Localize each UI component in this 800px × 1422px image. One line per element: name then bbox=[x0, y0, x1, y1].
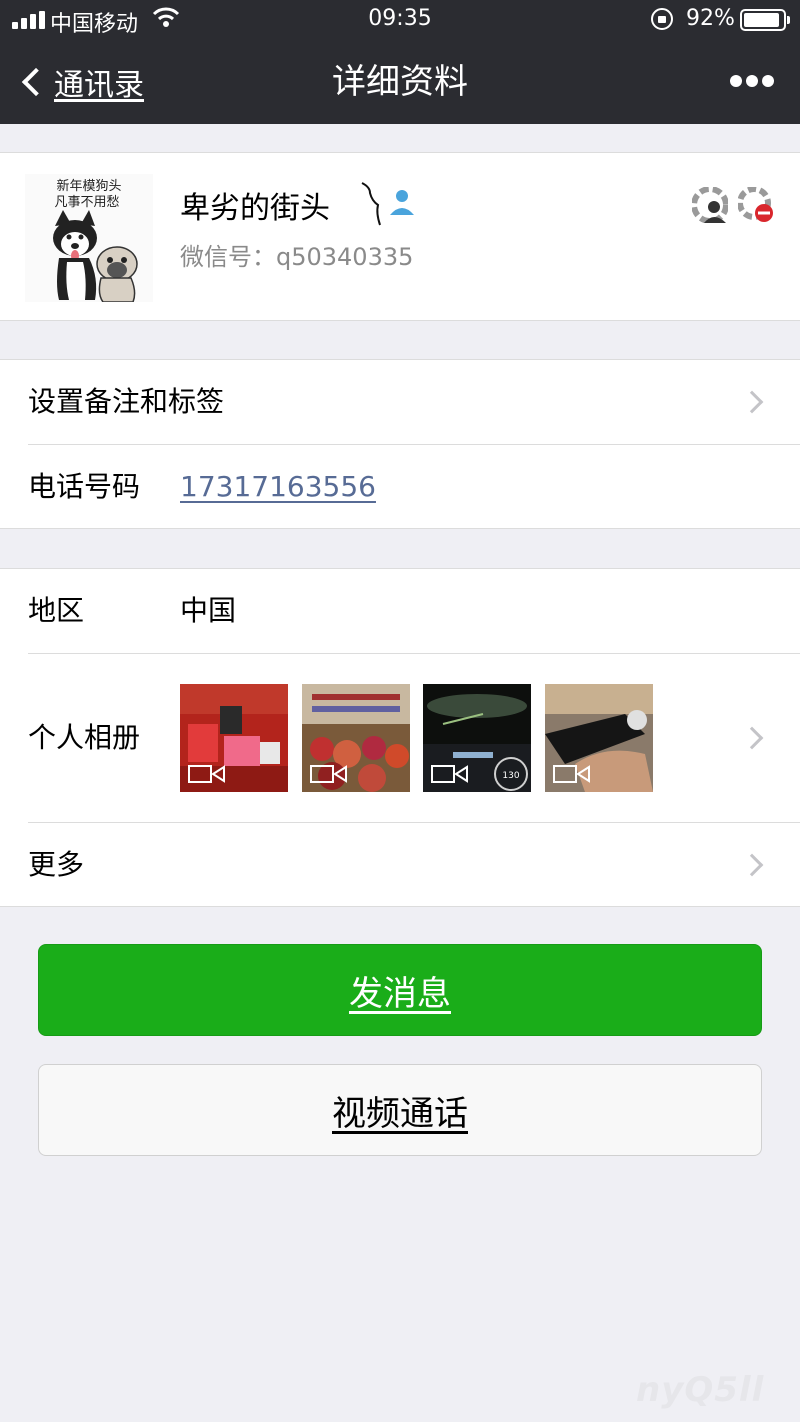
chevron-right-icon bbox=[740, 390, 764, 414]
profile-card: 新年模狗头 凡事不用愁 卑劣的街头 微信号：q50340335 bbox=[0, 152, 800, 321]
video-call-button[interactable]: 视频通话 bbox=[38, 1064, 762, 1156]
phone-number-link[interactable]: 17317163556 bbox=[180, 445, 376, 529]
phone-label: 电话号码 bbox=[28, 470, 141, 503]
moments-blocked-icon bbox=[738, 187, 773, 222]
settings-group-1: 设置备注和标签 电话号码 17317163556 bbox=[0, 359, 800, 529]
album-thumbnail[interactable]: 130 bbox=[423, 684, 531, 792]
gender-and-contact-icon bbox=[361, 182, 414, 226]
chevron-right-icon bbox=[740, 726, 764, 750]
svg-text:130: 130 bbox=[502, 771, 519, 781]
send-message-button[interactable]: 发消息 bbox=[38, 944, 762, 1036]
album-thumbnail[interactable] bbox=[545, 684, 653, 792]
avatar-caption-1: 新年模狗头 bbox=[56, 178, 121, 194]
video-icon bbox=[188, 765, 225, 783]
album-thumbnail[interactable] bbox=[302, 684, 410, 792]
page-title: 详细资料 bbox=[332, 62, 468, 102]
album-thumbnail[interactable] bbox=[180, 684, 288, 792]
video-icon bbox=[310, 765, 347, 783]
remark-tags-label: 设置备注和标签 bbox=[28, 385, 225, 418]
chevron-right-icon bbox=[740, 853, 764, 877]
status-bar: 中国移动 09:35 92% bbox=[0, 0, 800, 40]
top-bar: 中国移动 09:35 92% 通讯录 详细资料 bbox=[0, 0, 800, 124]
more-row[interactable]: 更多 bbox=[0, 823, 800, 907]
region-label: 地区 bbox=[28, 594, 85, 627]
wechat-id: 微信号：q50340335 bbox=[180, 243, 414, 271]
region-row: 地区 中国 bbox=[0, 569, 800, 653]
contact-name: 卑劣的街头 bbox=[180, 191, 330, 226]
moments-visible-icon bbox=[692, 187, 728, 223]
rotation-lock-icon bbox=[651, 8, 673, 30]
settings-group-2: 地区 中国 个人相册 130 更多 bbox=[0, 568, 800, 907]
album-label: 个人相册 bbox=[28, 721, 141, 754]
battery-icon bbox=[740, 9, 790, 31]
region-value: 中国 bbox=[180, 594, 237, 627]
status-time: 09:35 bbox=[368, 6, 432, 31]
album-row[interactable]: 个人相册 130 bbox=[0, 654, 800, 822]
more-label: 更多 bbox=[28, 848, 85, 881]
watermark: nyQ5ll bbox=[636, 1370, 765, 1410]
more-options-icon[interactable] bbox=[730, 74, 774, 88]
remark-tags-row[interactable]: 设置备注和标签 bbox=[0, 360, 800, 444]
video-icon bbox=[431, 765, 468, 783]
battery-percent: 92% bbox=[686, 6, 735, 31]
video-icon bbox=[553, 765, 590, 783]
avatar-caption-2: 凡事不用愁 bbox=[54, 195, 119, 210]
phone-row: 电话号码 17317163556 bbox=[0, 445, 800, 529]
avatar[interactable]: 新年模狗头 凡事不用愁 bbox=[25, 174, 153, 302]
